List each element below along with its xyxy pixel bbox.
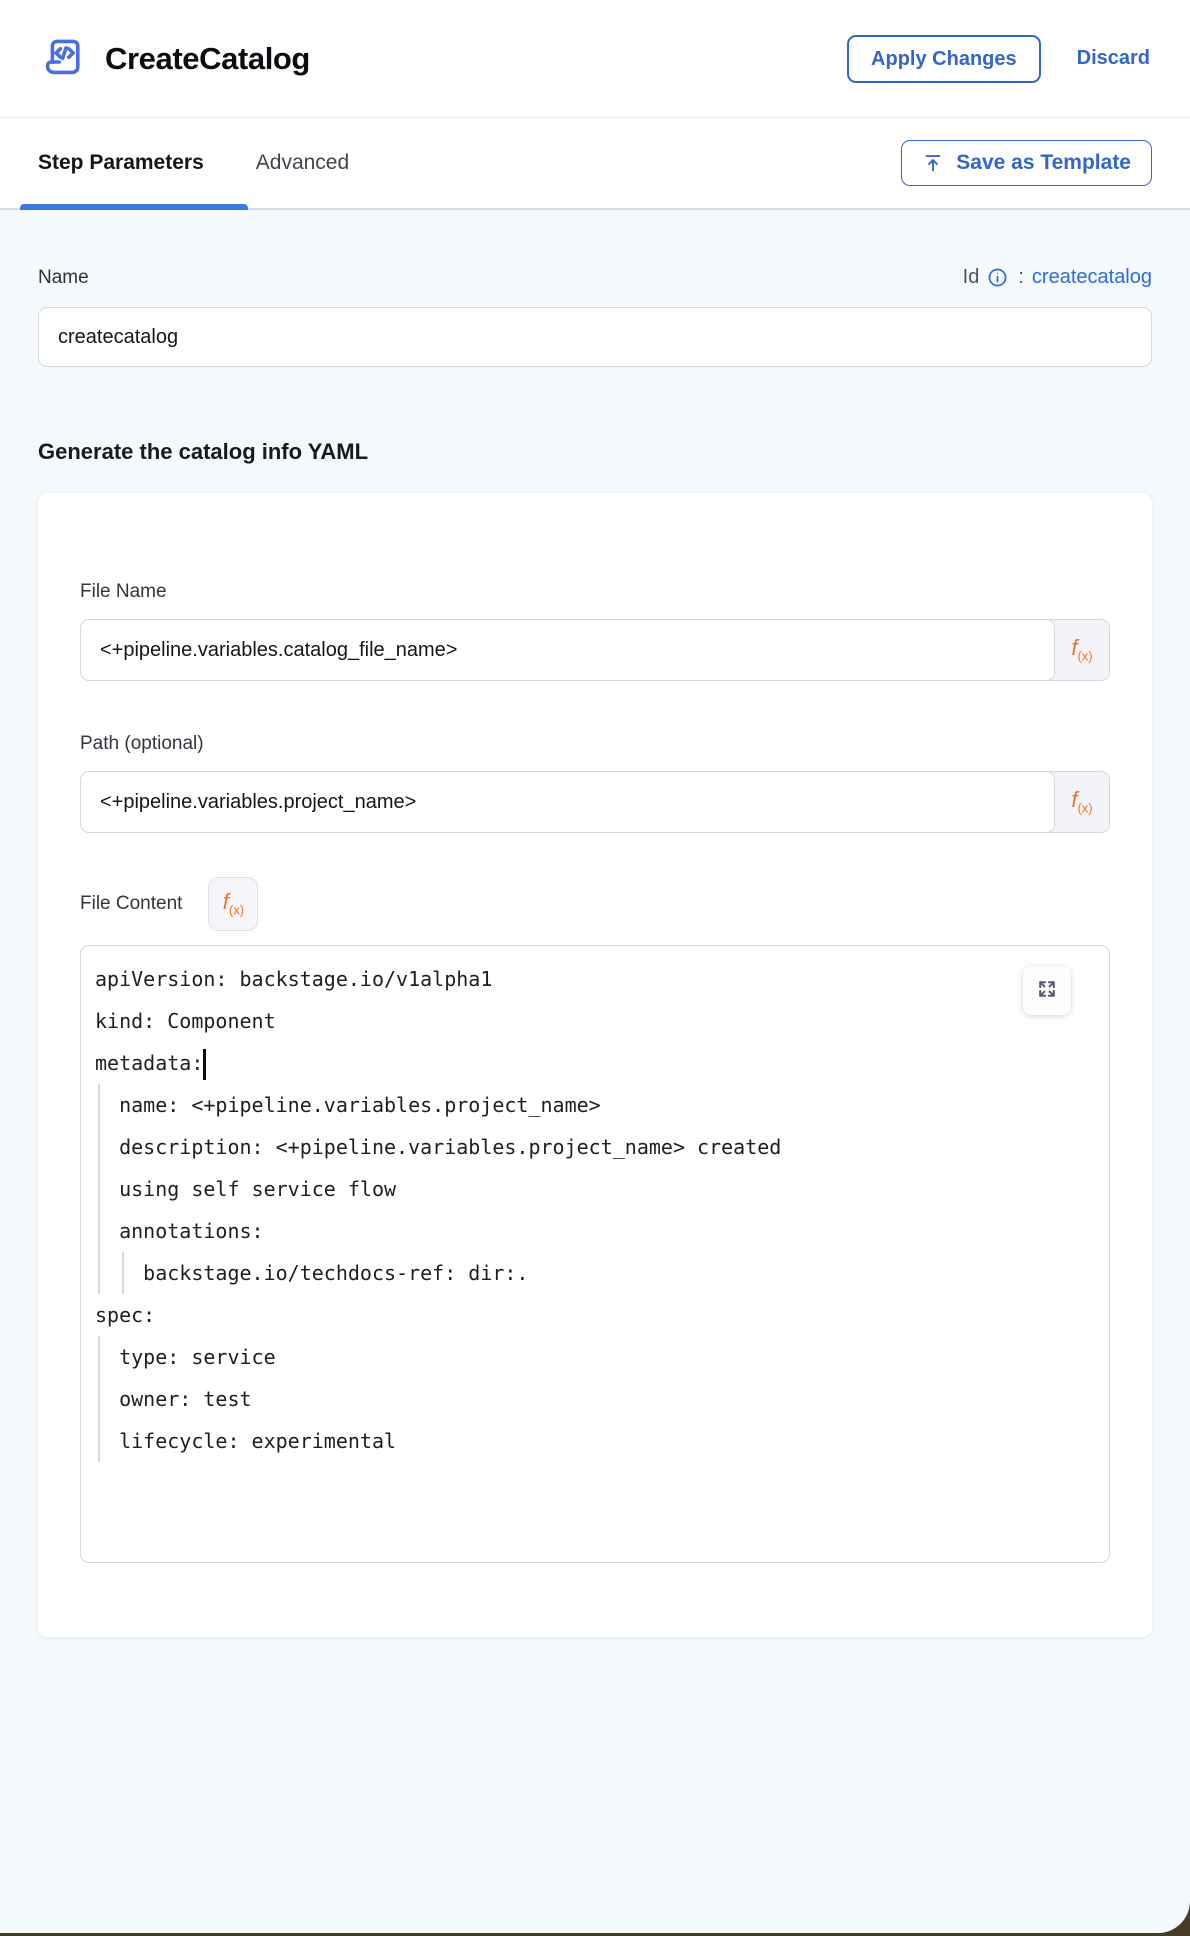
id-label: Id — [963, 266, 980, 289]
tab-advanced[interactable]: Advanced — [256, 151, 349, 175]
path-input-group: f(x) — [80, 771, 1110, 833]
page-title: CreateCatalog — [105, 41, 310, 77]
expand-icon — [1036, 978, 1058, 1003]
fx-button-file-name[interactable]: f(x) — [1055, 620, 1109, 680]
upload-icon — [922, 152, 944, 174]
indent-guide — [122, 1252, 124, 1294]
catalog-settings-card: File Name f(x) Path (optional) f(x) File… — [38, 493, 1152, 1637]
save-as-template-label: Save as Template — [956, 150, 1131, 175]
apply-changes-button[interactable]: Apply Changes — [847, 35, 1041, 83]
name-input[interactable] — [38, 307, 1152, 367]
path-input[interactable] — [80, 771, 1055, 833]
section-heading: Generate the catalog info YAML — [38, 439, 1152, 465]
indent-guide — [98, 1084, 100, 1294]
id-separator: : — [1018, 266, 1024, 289]
file-name-input[interactable] — [80, 619, 1055, 681]
text-cursor — [203, 1049, 206, 1080]
tab-step-parameters[interactable]: Step Parameters — [38, 151, 204, 175]
expand-editor-button[interactable] — [1023, 966, 1071, 1015]
step-config-panel: CreateCatalog Apply Changes Discard Step… — [0, 0, 1190, 1933]
step-id-value: createcatalog — [1032, 266, 1152, 289]
file-name-label: File Name — [80, 581, 1110, 603]
fx-button-path[interactable]: f(x) — [1055, 772, 1109, 832]
tab-bar: Step Parameters Advanced Save as Templat… — [0, 118, 1190, 210]
step-id: Id : createcatalog — [963, 266, 1152, 289]
indent-guide — [98, 1336, 100, 1462]
file-name-input-group: f(x) — [80, 619, 1110, 681]
header: CreateCatalog Apply Changes Discard Step… — [0, 0, 1190, 210]
path-label: Path (optional) — [80, 733, 1110, 755]
header-title-row: CreateCatalog Apply Changes Discard — [0, 0, 1190, 118]
save-as-template-button[interactable]: Save as Template — [901, 140, 1152, 185]
info-icon[interactable] — [987, 267, 1008, 288]
file-content-editor[interactable]: apiVersion: backstage.io/v1alpha1 kind: … — [80, 945, 1110, 1563]
yaml-code[interactable]: apiVersion: backstage.io/v1alpha1 kind: … — [81, 946, 1109, 1474]
name-label: Name — [38, 267, 89, 289]
step-parameters-form: Name Id : createcatalog Generate the cat… — [0, 210, 1190, 1933]
discard-button[interactable]: Discard — [1077, 47, 1150, 70]
file-content-label: File Content — [80, 893, 182, 915]
code-scroll-icon — [40, 35, 88, 83]
fx-button-file-content[interactable]: f(x) — [208, 877, 258, 931]
